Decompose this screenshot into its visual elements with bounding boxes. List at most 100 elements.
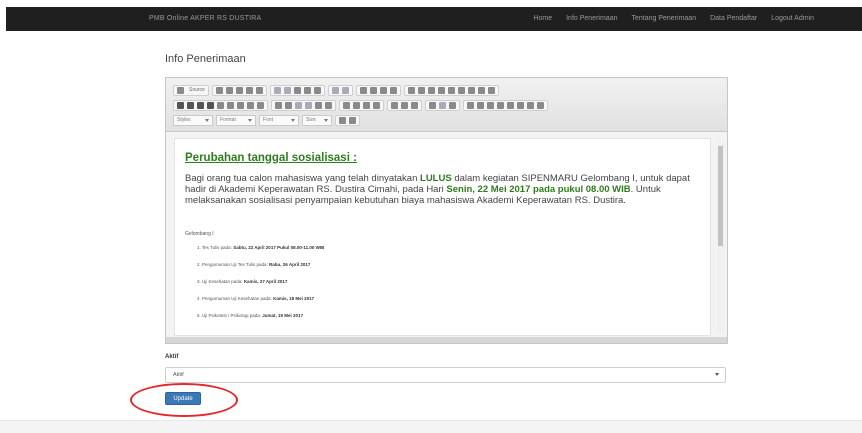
paragraph-text-1: Bagi orang tua calon mahasiswa yang tela…: [185, 173, 418, 184]
radio-icon[interactable]: [427, 87, 435, 94]
list-item: 3. Uji Kesehatan pada: Kamis, 27 April 2…: [197, 278, 324, 295]
new-page-icon[interactable]: [225, 87, 233, 94]
footer: [0, 420, 862, 433]
language-icon[interactable]: [411, 102, 418, 109]
textfield-icon[interactable]: [437, 87, 445, 94]
select-field-icon[interactable]: [457, 87, 465, 94]
list-item-text: 1. Tes Tulis pada:: [197, 245, 232, 250]
image-button-icon[interactable]: [477, 87, 485, 94]
size-dropdown[interactable]: Size: [302, 115, 332, 126]
find-group: [355, 85, 401, 96]
checkbox-icon[interactable]: [417, 87, 425, 94]
styles-dropdown[interactable]: Styles: [173, 115, 213, 126]
nav-link-tentang-penerimaan[interactable]: Tentang Penerimaan: [631, 15, 696, 22]
image-icon[interactable]: [467, 102, 474, 109]
list-item-date: Kamis, 18 Mei 2017: [273, 296, 315, 301]
indent-icon[interactable]: [305, 102, 312, 109]
nav-link-info-penerimaan[interactable]: Info Penerimaan: [566, 15, 617, 22]
align-justify-icon[interactable]: [373, 102, 380, 109]
source-button[interactable]: Source: [187, 87, 205, 94]
anchor-icon[interactable]: [449, 102, 456, 109]
subscript-icon[interactable]: [217, 102, 224, 109]
nav-link-home[interactable]: Home: [533, 15, 552, 22]
outdent-icon[interactable]: [295, 102, 302, 109]
bold-icon[interactable]: [177, 102, 184, 109]
bidi-group: [387, 100, 422, 111]
button-field-icon[interactable]: [467, 87, 475, 94]
rtl-icon[interactable]: [401, 102, 408, 109]
paste-word-icon[interactable]: [313, 87, 321, 94]
text-color-icon[interactable]: [237, 102, 244, 109]
scroll-thumb[interactable]: [718, 146, 723, 246]
strike-icon[interactable]: [207, 102, 214, 109]
page-title: Info Penerimaan: [165, 53, 246, 65]
insert-group: [463, 100, 548, 111]
source-icon[interactable]: [177, 87, 184, 94]
horizontal-rule-icon[interactable]: [497, 102, 504, 109]
smiley-icon[interactable]: [507, 102, 514, 109]
align-right-icon[interactable]: [363, 102, 370, 109]
align-center-icon[interactable]: [353, 102, 360, 109]
page-break-icon[interactable]: [527, 102, 534, 109]
list-item: 4. Pengumuman Uji Kesehatan pada: Kamis,…: [197, 295, 324, 312]
toolbar-row-2: [173, 100, 548, 111]
print-icon[interactable]: [245, 87, 253, 94]
link-icon[interactable]: [429, 102, 436, 109]
maximize-icon[interactable]: [339, 117, 346, 124]
blockquote-icon[interactable]: [315, 102, 322, 109]
flash-icon[interactable]: [477, 102, 484, 109]
nav-link-data-pendaftar[interactable]: Data Pendaftar: [710, 15, 757, 22]
content-subheading: Gelombang I: [185, 231, 214, 237]
list-item-date: Rabu, 26 April 2017: [268, 262, 311, 267]
show-blocks-icon[interactable]: [349, 117, 356, 124]
form-group: [403, 85, 499, 96]
schedule-list: 1. Tes Tulis pada: Sabtu, 22 April 2017 …: [197, 244, 324, 329]
copy-icon[interactable]: [283, 87, 291, 94]
list-item-date: Jumat, 19 Mei 2017: [262, 313, 304, 318]
list-item-date: Sabtu, 22 April 2017 Pukul 08.00-11.00 W…: [233, 245, 325, 250]
list-item-text: 5. Uji Psikotest / Psikologi pada:: [197, 313, 262, 318]
paste-icon[interactable]: [293, 87, 301, 94]
find-icon[interactable]: [359, 87, 367, 94]
aktif-select[interactable]: Aktif: [165, 367, 726, 383]
superscript-icon[interactable]: [227, 102, 234, 109]
chevron-down-icon: [715, 373, 719, 376]
undo-icon[interactable]: [331, 87, 339, 94]
editor-resize-handle[interactable]: [166, 337, 727, 343]
save-icon[interactable]: [215, 87, 223, 94]
font-dropdown[interactable]: Font: [259, 115, 299, 126]
format-dropdown[interactable]: Format: [216, 115, 256, 126]
navbar-brand[interactable]: PMB Online AKPER RS DUSTIRA: [149, 15, 261, 22]
form-icon[interactable]: [407, 87, 415, 94]
templates-icon[interactable]: [255, 87, 263, 94]
underline-icon[interactable]: [197, 102, 204, 109]
italic-icon[interactable]: [187, 102, 194, 109]
editor-toolbar: Source Styles Format Font Size: [166, 78, 727, 132]
select-all-icon[interactable]: [379, 87, 387, 94]
cut-icon[interactable]: [273, 87, 281, 94]
ltr-icon[interactable]: [391, 102, 398, 109]
numbered-list-icon[interactable]: [275, 102, 282, 109]
redo-icon[interactable]: [341, 87, 349, 94]
special-char-icon[interactable]: [517, 102, 524, 109]
iframe-icon[interactable]: [537, 102, 544, 109]
spellcheck-icon[interactable]: [389, 87, 397, 94]
editor-scrollbar[interactable]: [717, 142, 724, 332]
toolbar-row-3: Styles Format Font Size: [173, 115, 360, 126]
textarea-icon[interactable]: [447, 87, 455, 94]
unlink-icon[interactable]: [439, 102, 446, 109]
editor-content-area[interactable]: Perubahan tanggal sosialisasi : Bagi ora…: [174, 138, 711, 336]
top-navbar: PMB Online AKPER RS DUSTIRA Home Info Pe…: [6, 7, 862, 31]
align-left-icon[interactable]: [343, 102, 350, 109]
paste-text-icon[interactable]: [303, 87, 311, 94]
bg-color-icon[interactable]: [247, 102, 254, 109]
remove-format-icon[interactable]: [257, 102, 264, 109]
preview-icon[interactable]: [235, 87, 243, 94]
div-icon[interactable]: [325, 102, 332, 109]
bulleted-list-icon[interactable]: [285, 102, 292, 109]
nav-link-logout[interactable]: Logout Admin: [771, 15, 814, 22]
list-item: 1. Tes Tulis pada: Sabtu, 22 April 2017 …: [197, 244, 324, 261]
hidden-field-icon[interactable]: [487, 87, 495, 94]
table-icon[interactable]: [487, 102, 494, 109]
replace-icon[interactable]: [369, 87, 377, 94]
